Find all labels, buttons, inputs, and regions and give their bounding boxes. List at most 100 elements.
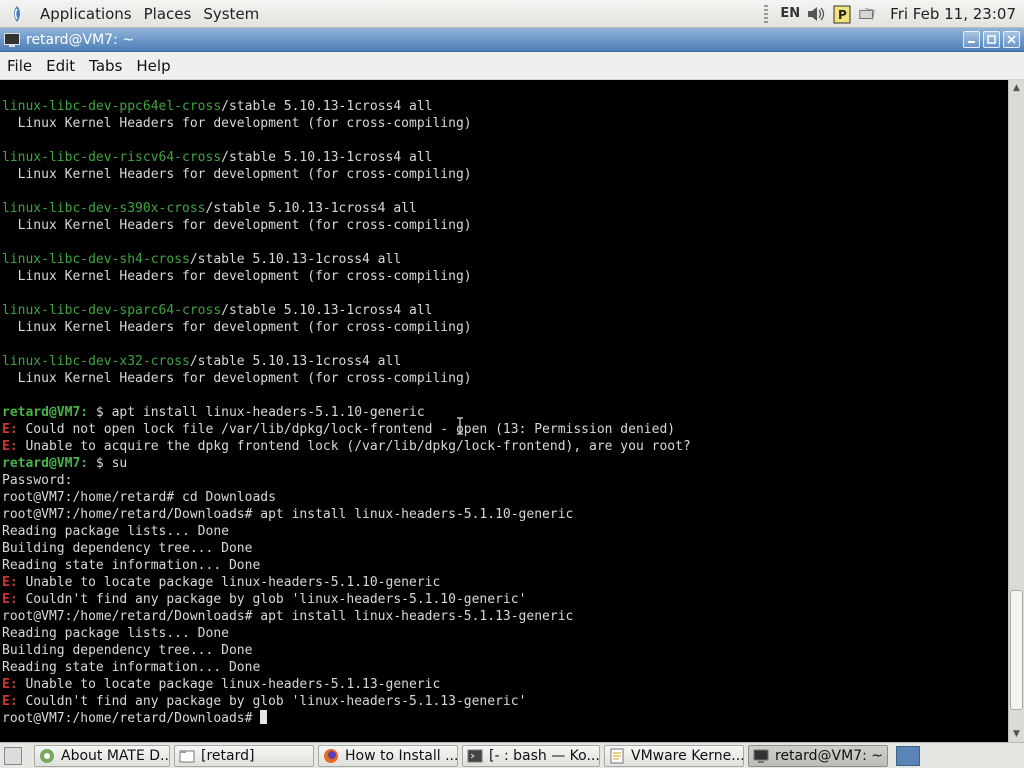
terminal-icon [753, 749, 769, 763]
window-titlebar[interactable]: retard@VM7: ~ [0, 28, 1024, 52]
terminal-line: E: Unable to locate package linux-header… [2, 574, 691, 591]
error-message: Unable to acquire the dpkg frontend lock… [17, 439, 691, 454]
error-prefix: E: [2, 575, 18, 590]
output-text: Linux Kernel Headers for development (fo… [2, 320, 472, 335]
output-text: root@VM7:/home/retard/Downloads# apt ins… [2, 507, 574, 522]
tray-handle-icon [764, 4, 769, 23]
keyboard-layout-indicator[interactable]: EN [780, 6, 800, 21]
volume-icon[interactable] [806, 4, 826, 24]
output-text: root@VM7:/home/retard/Downloads# apt ins… [2, 609, 574, 624]
error-message: Couldn't find any package by glob 'linux… [17, 694, 527, 709]
minimize-button[interactable] [963, 31, 980, 48]
scroll-up-arrow-icon[interactable]: ▲ [1009, 80, 1024, 96]
scroll-down-arrow-icon[interactable]: ▼ [1009, 726, 1024, 742]
error-prefix: E: [2, 694, 18, 709]
output-text: Reading package lists... Done [2, 626, 229, 641]
terminal-line: root@VM7:/home/retard/Downloads# apt ins… [2, 506, 691, 523]
menu-help[interactable]: Help [129, 57, 177, 75]
package-info: /stable 5.10.13-1cross4 all [189, 354, 402, 369]
svg-text:P: P [838, 8, 847, 22]
menu-tabs[interactable]: Tabs [82, 57, 129, 75]
maximize-icon [987, 35, 996, 44]
taskbar-item-vmware-kernel[interactable]: VMware Kerne... [604, 744, 744, 767]
firefox-icon [324, 748, 338, 763]
terminal-line: Reading state information... Done [2, 659, 691, 676]
terminal-line: E: Couldn't find any package by glob 'li… [2, 693, 691, 710]
terminal-line: linux-libc-dev-riscv64-cross/stable 5.10… [2, 149, 691, 166]
output-text: Building dependency tree... Done [2, 643, 253, 658]
error-prefix: E: [2, 439, 18, 454]
menu-edit[interactable]: Edit [39, 57, 82, 75]
terminal-line: linux-libc-dev-sh4-cross/stable 5.10.13-… [2, 251, 691, 268]
terminal-output: linux-libc-dev-ppc64el-cross/stable 5.10… [2, 98, 691, 727]
taskbar-item-label: How to Install ... [345, 747, 458, 764]
terminal-scrollbar[interactable]: ▲ ▼ [1008, 80, 1024, 742]
terminal-line: Linux Kernel Headers for development (fo… [2, 166, 691, 183]
window-title: retard@VM7: ~ [26, 31, 134, 48]
workspace-switcher[interactable] [896, 745, 920, 766]
error-message: Unable to locate package linux-headers-5… [17, 575, 441, 590]
menu-file[interactable]: File [0, 57, 39, 75]
package-info: /stable 5.10.13-1cross4 all [205, 201, 417, 216]
terminal-line: linux-libc-dev-ppc64el-cross/stable 5.10… [2, 98, 691, 115]
package-info: /stable 5.10.13-1cross4 all [189, 252, 402, 267]
taskbar-item-konsole[interactable]: [- : bash — Ko... [462, 744, 600, 767]
output-text: root@VM7:/home/retard/Downloads# [2, 711, 261, 726]
terminal-line: Linux Kernel Headers for development (fo… [2, 319, 691, 336]
terminal-line: root@VM7:/home/retard/Downloads# [2, 710, 691, 727]
terminal-line: E: Could not open lock file /var/lib/dpk… [2, 421, 691, 438]
taskbar-item-retard-folder[interactable]: [retard] [174, 744, 314, 767]
taskbar-item-firefox[interactable]: How to Install ... [318, 744, 458, 767]
clipboard-icon[interactable]: P [832, 4, 852, 24]
clock[interactable]: Fri Feb 11, 23:07 [890, 5, 1016, 23]
package-info: /stable 5.10.13-1cross4 all [221, 99, 433, 114]
output-text: Linux Kernel Headers for development (fo… [2, 218, 472, 233]
terminal-view[interactable]: linux-libc-dev-ppc64el-cross/stable 5.10… [0, 80, 1008, 742]
output-text: Reading state information... Done [2, 558, 261, 573]
text-cursor-ibeam-icon [457, 417, 463, 435]
network-icon[interactable] [858, 4, 878, 24]
terminal-line: root@VM7:/home/retard# cd Downloads [2, 489, 691, 506]
close-button[interactable] [1003, 31, 1020, 48]
terminal-line: E: Unable to acquire the dpkg frontend l… [2, 438, 691, 455]
output-text: Building dependency tree... Done [2, 541, 253, 556]
terminal-line: Reading package lists... Done [2, 625, 691, 642]
close-icon [1007, 35, 1016, 44]
folder-icon [179, 750, 195, 762]
top-panel: Applications Places System EN P Fri Feb … [0, 0, 1024, 28]
output-text: Linux Kernel Headers for development (fo… [2, 269, 472, 284]
terminal-line: Reading package lists... Done [2, 523, 691, 540]
maximize-button[interactable] [983, 31, 1000, 48]
show-desktop-button[interactable] [4, 746, 22, 765]
places-menu[interactable]: Places [138, 5, 198, 23]
package-name: linux-libc-dev-ppc64el-cross [2, 99, 222, 114]
taskbar-item-label: [retard] [201, 747, 255, 764]
package-name: linux-libc-dev-x32-cross [2, 354, 190, 369]
package-info: /stable 5.10.13-1cross4 all [221, 303, 433, 318]
terminal-line: Password: [2, 472, 691, 489]
output-text: Linux Kernel Headers for development (fo… [2, 116, 472, 131]
scrollbar-thumb[interactable] [1010, 590, 1023, 710]
mate-about-icon [40, 748, 54, 763]
terminal-line: retard@VM7: $ apt install linux-headers-… [2, 404, 691, 421]
terminal-line: linux-libc-dev-x32-cross/stable 5.10.13-… [2, 353, 691, 370]
package-name: linux-libc-dev-riscv64-cross [2, 150, 222, 165]
system-menu[interactable]: System [197, 5, 265, 23]
terminal-icon [4, 32, 20, 47]
mate-logo-icon[interactable] [8, 5, 26, 23]
error-message: Could not open lock file /var/lib/dpkg/l… [17, 422, 676, 437]
bottom-panel: About MATE D... [retard] How to Install … [0, 742, 1024, 768]
terminal-line: Linux Kernel Headers for development (fo… [2, 217, 691, 234]
taskbar-item-about-mate[interactable]: About MATE D... [34, 744, 170, 767]
terminal-cursor [260, 710, 268, 724]
applications-menu[interactable]: Applications [34, 5, 138, 23]
shell-prompt: retard@VM7: [2, 456, 89, 471]
taskbar-item-terminal[interactable]: retard@VM7: ~ [748, 744, 888, 767]
system-tray: EN P Fri Feb 11, 23:07 [764, 4, 1024, 24]
shell-prompt: retard@VM7: [2, 405, 89, 420]
output-text: Reading package lists... Done [2, 524, 229, 539]
